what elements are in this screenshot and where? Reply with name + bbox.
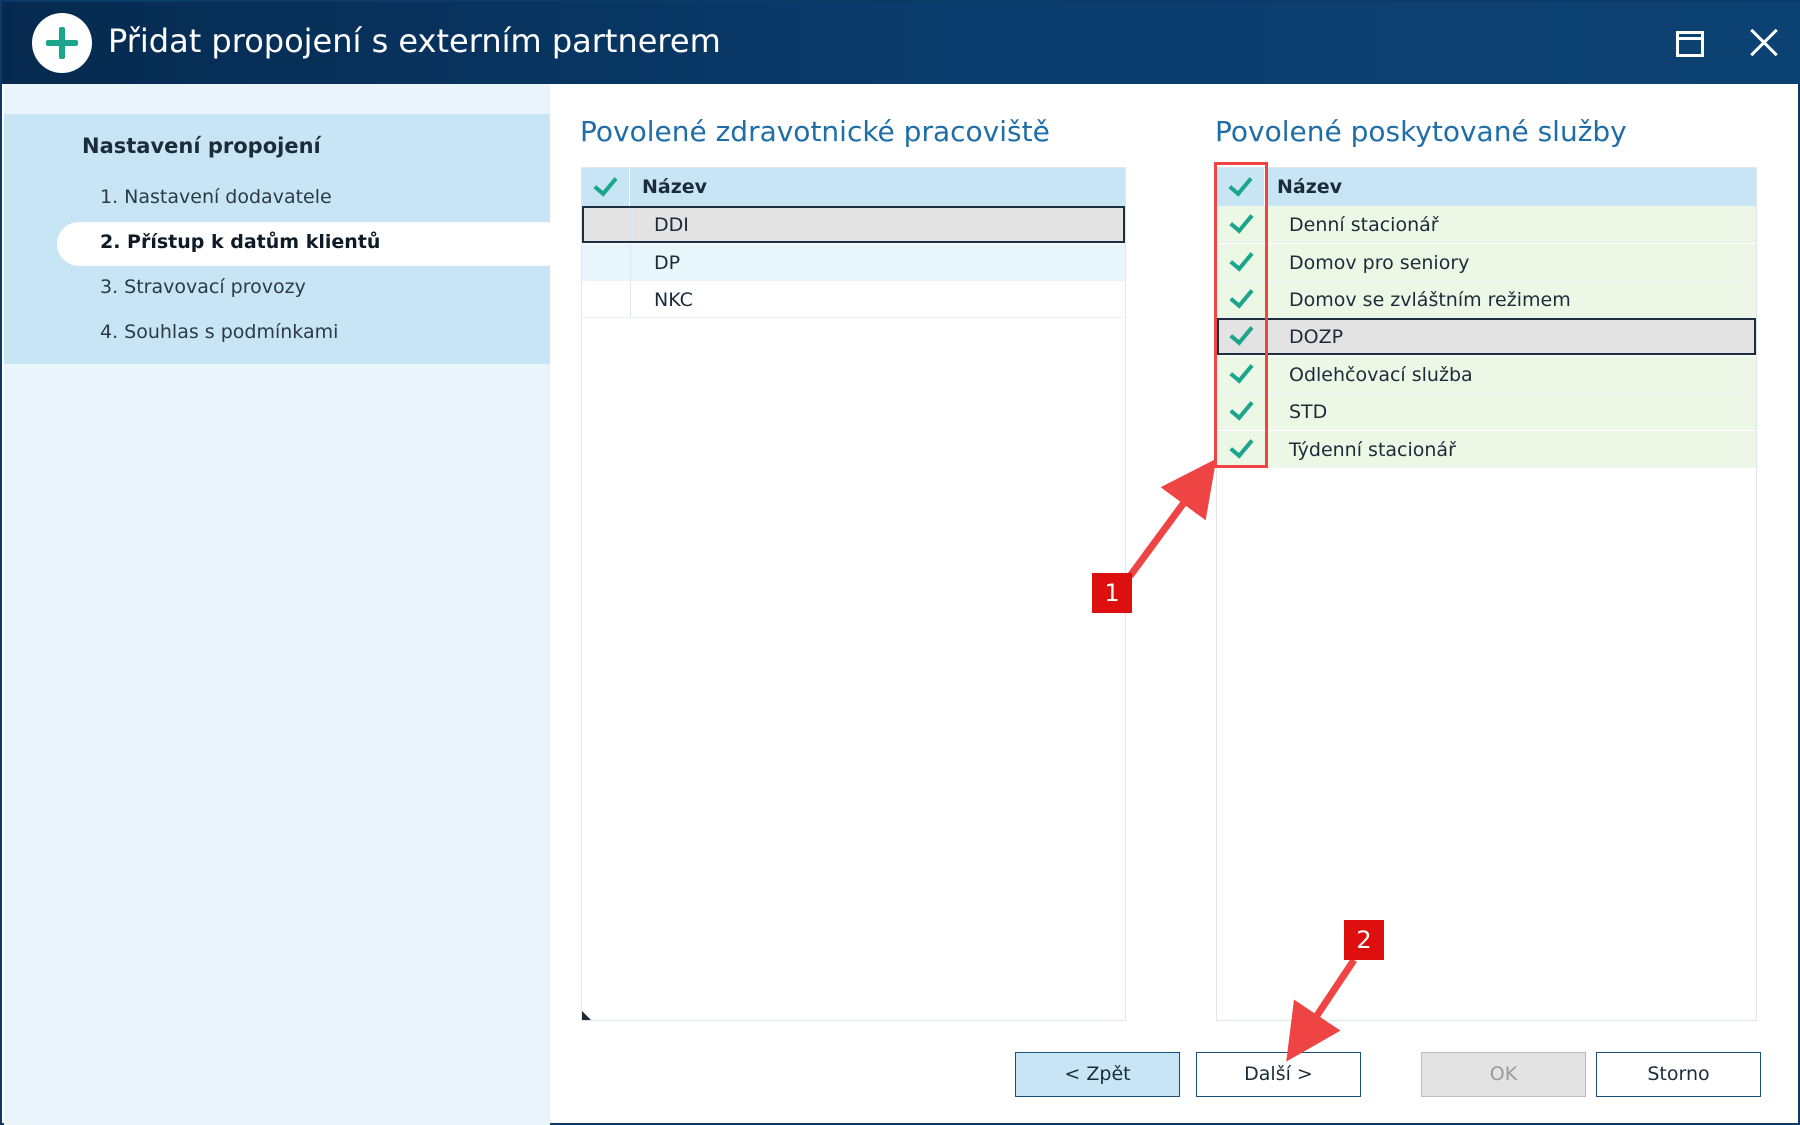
row-name: Domov se zvláštním režimem	[1289, 289, 1571, 311]
services-grid: Název Denní stacionář Domov pro seniory …	[1216, 167, 1757, 1021]
workplaces-title: Povolené zdravotnické pracoviště	[580, 115, 1050, 148]
annotation-badge-2: 2	[1344, 920, 1384, 960]
select-all-checkbox[interactable]	[582, 168, 630, 206]
row-name: DP	[654, 252, 681, 274]
row-name: DOZP	[1289, 326, 1344, 348]
step-client-data-access[interactable]: 2. Přístup k datům klientů	[57, 222, 550, 266]
wizard-steps: Nastavení propojení 1. Nastavení dodavat…	[4, 114, 550, 364]
cell-separator	[630, 244, 631, 280]
cell-separator	[632, 208, 633, 241]
cell-separator	[630, 281, 631, 317]
column-header-name[interactable]: Název	[642, 176, 707, 198]
table-row[interactable]: Odlehčovací služba	[1217, 356, 1756, 393]
services-title: Povolené poskytované služby	[1215, 115, 1627, 148]
grid-header: Název	[582, 168, 1125, 206]
table-row[interactable]: Denní stacionář	[1217, 206, 1756, 243]
close-button[interactable]	[1740, 20, 1788, 66]
table-row[interactable]: STD	[1217, 393, 1756, 430]
annotation-badge-1: 1	[1092, 573, 1132, 613]
annotation-highlight-box	[1214, 162, 1268, 468]
wizard-sidebar: Nastavení propojení 1. Nastavení dodavat…	[4, 84, 550, 1125]
row-name: NKC	[654, 289, 693, 311]
table-row[interactable]: DP	[582, 244, 1125, 281]
next-button[interactable]: Další >	[1196, 1052, 1361, 1097]
step-terms-consent[interactable]: 4. Souhlas s podmínkami	[100, 321, 338, 343]
back-button[interactable]: < Zpět	[1015, 1052, 1180, 1097]
resize-corner-icon	[582, 1011, 591, 1020]
check-icon	[593, 171, 618, 197]
table-row[interactable]: DDI	[582, 206, 1125, 243]
cancel-button[interactable]: Storno	[1596, 1052, 1761, 1097]
title-bar: Přidat propojení s externím partnerem	[2, 2, 1800, 84]
annotation-arrow-1	[1127, 458, 1217, 579]
steps-title: Nastavení propojení	[82, 134, 321, 158]
maximize-button[interactable]	[1666, 20, 1714, 66]
table-row[interactable]: NKC	[582, 281, 1125, 318]
column-header-name[interactable]: Název	[1277, 176, 1342, 198]
grid-header: Název	[1217, 168, 1756, 206]
maximize-icon	[1676, 31, 1704, 57]
row-name: Týdenní stacionář	[1289, 439, 1456, 461]
step-supplier-settings[interactable]: 1. Nastavení dodavatele	[100, 186, 332, 208]
ok-button[interactable]: OK	[1421, 1052, 1586, 1097]
step-catering-operations[interactable]: 3. Stravovací provozy	[100, 276, 306, 298]
row-name: Odlehčovací služba	[1289, 364, 1473, 386]
dialog-title: Přidat propojení s externím partnerem	[108, 22, 721, 60]
row-name: Denní stacionář	[1289, 214, 1439, 236]
table-row[interactable]: DOZP	[1217, 318, 1756, 355]
row-name: STD	[1289, 401, 1328, 423]
table-row[interactable]: Domov se zvláštním režimem	[1217, 281, 1756, 318]
table-row[interactable]: Domov pro seniory	[1217, 244, 1756, 281]
row-name: DDI	[654, 214, 689, 236]
table-row[interactable]: Týdenní stacionář	[1217, 431, 1756, 468]
dialog-window: Přidat propojení s externím partnerem Na…	[0, 0, 1800, 1125]
row-name: Domov pro seniory	[1289, 252, 1470, 274]
workplaces-grid: Název DDI DP NKC	[581, 167, 1126, 1021]
plus-circle-icon	[32, 13, 92, 73]
